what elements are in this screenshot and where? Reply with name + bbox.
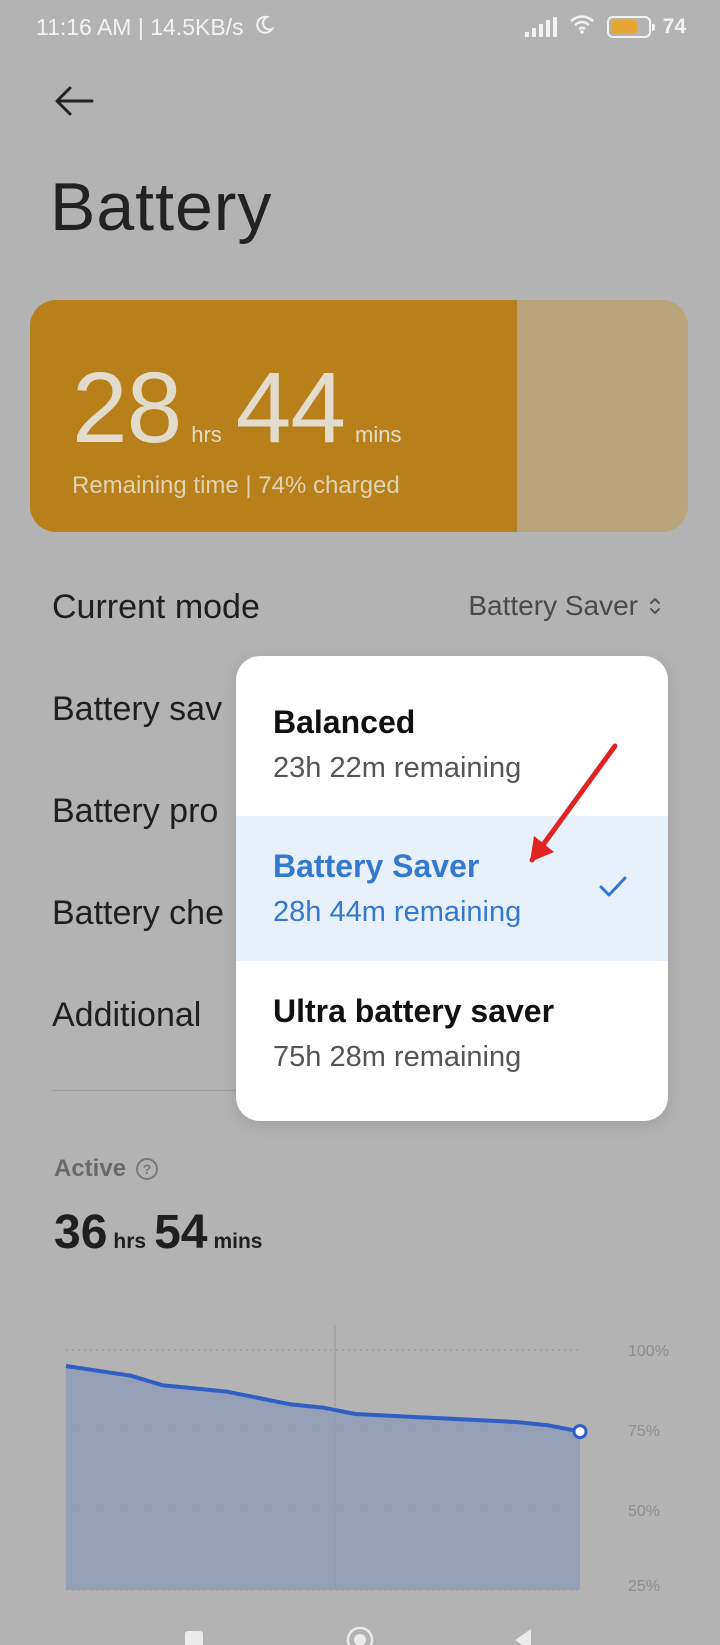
hours-unit: hrs <box>191 422 222 447</box>
chart-y-tick: 75% <box>628 1423 660 1440</box>
option-title: Ultra battery saver <box>273 993 555 1029</box>
remaining-subtitle: Remaining time | 74% charged <box>72 472 400 499</box>
page-title: Battery <box>50 169 273 245</box>
battery-protection-row[interactable]: Battery pro <box>52 792 218 831</box>
current-mode-selector[interactable]: Battery Saver <box>468 590 662 622</box>
recents-button[interactable] <box>185 1631 203 1645</box>
moon-icon <box>254 14 275 41</box>
question-circle-icon[interactable]: ? <box>136 1158 159 1180</box>
up-down-chevron-icon <box>650 597 660 615</box>
annotation-arrow-icon <box>529 743 618 863</box>
option-title: Balanced <box>273 704 416 740</box>
chart-y-tick: 50% <box>628 1503 660 1520</box>
battery-level-chart: 100%75%50%25% <box>65 1325 669 1595</box>
additional-settings-row[interactable]: Additional <box>52 996 201 1035</box>
status-right: 74 <box>524 14 686 40</box>
mode-option-ultra-battery-saver[interactable]: Ultra battery saver 75h 28m remaining <box>236 961 668 1106</box>
option-subtitle: 28h 44m remaining <box>273 896 522 928</box>
option-title: Battery Saver <box>273 848 480 884</box>
battery-check-row[interactable]: Battery che <box>52 894 224 933</box>
battery-icon <box>606 16 655 38</box>
active-hours-unit: hrs <box>113 1230 147 1253</box>
home-button[interactable] <box>345 1625 375 1645</box>
battery-level-fill <box>610 20 638 34</box>
mode-menu: Balanced 23h 22m remaining Battery Saver… <box>236 656 668 1121</box>
status-bar: 11:16 AM | 14.5KB/s 74 <box>0 0 720 60</box>
remaining-minutes: 44 <box>235 352 346 464</box>
current-mode-value: Battery Saver <box>468 590 638 621</box>
battery-percent: 74 <box>662 15 686 38</box>
chart-y-tick: 100% <box>628 1343 669 1360</box>
chart-area <box>66 1366 580 1590</box>
remaining-time: 28 hrs 44 mins <box>72 358 415 458</box>
check-icon <box>599 876 627 897</box>
wifi-icon <box>569 14 595 40</box>
option-subtitle: 23h 22m remaining <box>273 752 522 784</box>
active-minutes: 54 <box>154 1206 208 1259</box>
active-minutes-unit: mins <box>213 1230 263 1253</box>
remaining-hours: 28 <box>72 352 182 464</box>
battery-remaining-card: 28 hrs 44 mins Remaining time | 74% char… <box>30 300 688 532</box>
minutes-unit: mins <box>355 422 402 447</box>
back-button[interactable] <box>50 78 100 124</box>
active-label-text: Active <box>54 1155 127 1182</box>
status-left: 11:16 AM | 14.5KB/s <box>36 14 275 41</box>
nav-back-button[interactable] <box>512 1627 534 1645</box>
arrow-left-icon <box>55 86 94 116</box>
status-time-speed: 11:16 AM | 14.5KB/s <box>36 14 244 40</box>
battery-saver-row[interactable]: Battery sav <box>52 690 222 729</box>
signal-icon <box>524 17 557 37</box>
chart-current-point <box>572 1424 588 1440</box>
battery-settings-screen: 11:16 AM | 14.5KB/s 74 Battery 28 hrs 44… <box>0 0 720 1645</box>
active-label: Active ? <box>54 1155 159 1183</box>
active-hours: 36 <box>54 1206 108 1259</box>
current-mode-label: Current mode <box>52 588 260 626</box>
option-subtitle: 75h 28m remaining <box>273 1041 522 1073</box>
active-time: 36 hrs 54 mins <box>54 1205 270 1260</box>
